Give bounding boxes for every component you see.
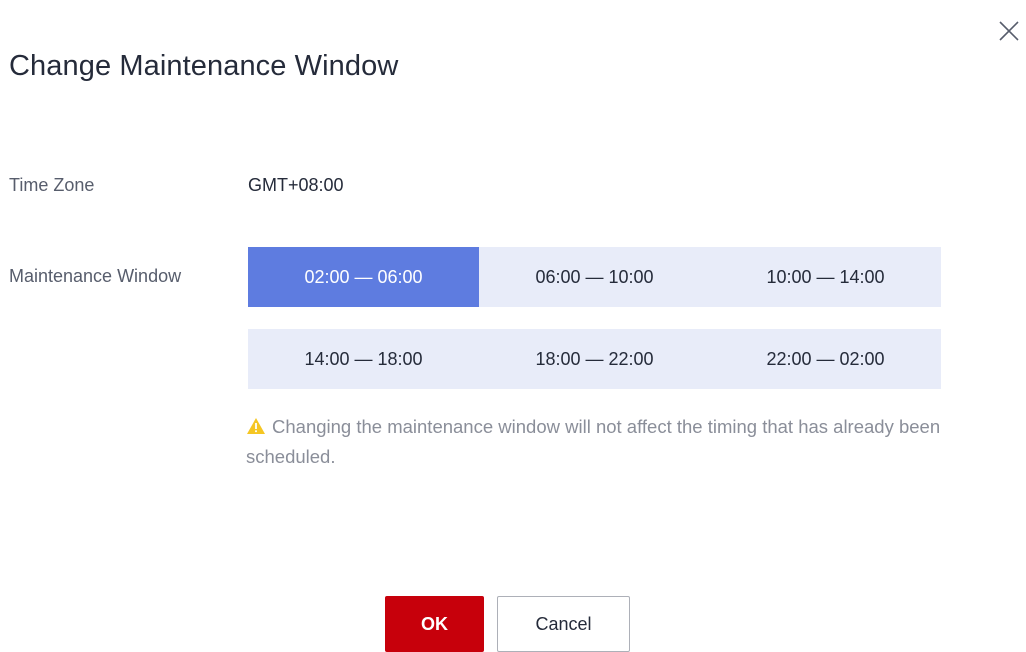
slot-option[interactable]: 14:00 — 18:00 xyxy=(248,329,479,389)
slot-option[interactable]: 06:00 — 10:00 xyxy=(479,247,710,307)
dialog-title: Change Maintenance Window xyxy=(9,50,399,82)
maintenance-window-options: 02:00 — 06:00 06:00 — 10:00 10:00 — 14:0… xyxy=(248,247,941,389)
slot-option[interactable]: 10:00 — 14:00 xyxy=(710,247,941,307)
cancel-button[interactable]: Cancel xyxy=(497,596,630,652)
close-icon xyxy=(999,21,1019,41)
slot-row: 14:00 — 18:00 18:00 — 22:00 22:00 — 02:0… xyxy=(248,329,941,389)
time-zone-label: Time Zone xyxy=(9,175,95,195)
time-zone-value: GMT+08:00 xyxy=(248,175,344,195)
slot-option[interactable]: 18:00 — 22:00 xyxy=(479,329,710,389)
maintenance-notice: Changing the maintenance window will not… xyxy=(246,412,1006,472)
slot-option[interactable]: 02:00 — 06:00 xyxy=(248,247,479,307)
slot-row: 02:00 — 06:00 06:00 — 10:00 10:00 — 14:0… xyxy=(248,247,941,307)
close-button[interactable] xyxy=(996,18,1022,44)
maintenance-window-label: Maintenance Window xyxy=(9,266,182,286)
ok-button[interactable]: OK xyxy=(385,596,484,652)
notice-text: Changing the maintenance window will not… xyxy=(246,416,941,467)
slot-option[interactable]: 22:00 — 02:00 xyxy=(710,329,941,389)
maintenance-window-dialog: Change Maintenance Window Time Zone GMT+… xyxy=(0,0,1026,652)
warning-icon xyxy=(247,418,265,434)
